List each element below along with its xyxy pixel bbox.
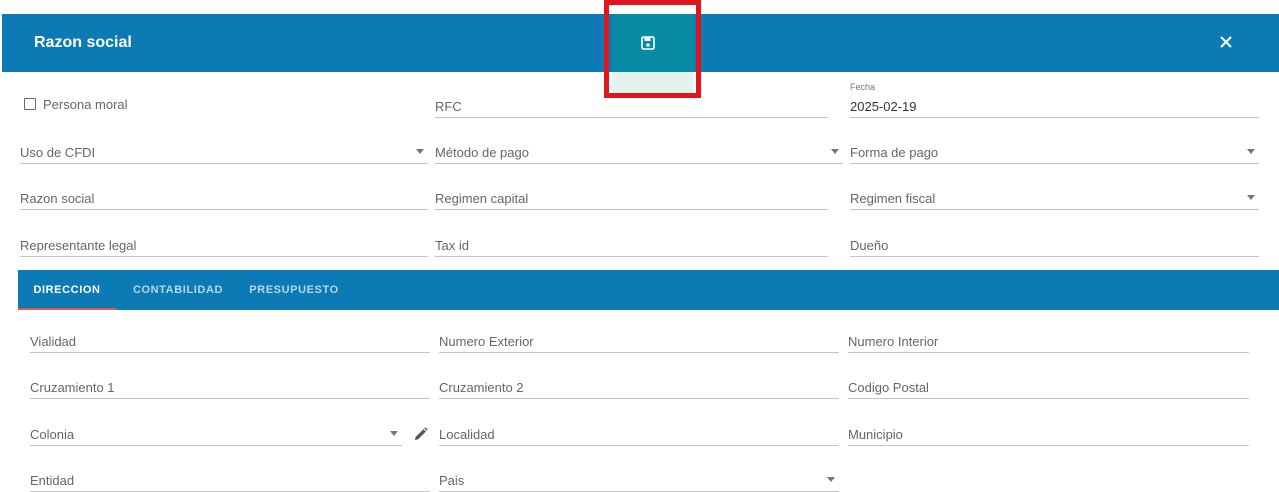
regimen-capital-field[interactable]: Regimen capital [435, 186, 828, 210]
tax-id-placeholder: Tax id [435, 238, 469, 253]
razon-social-field[interactable]: Razon social [20, 186, 428, 210]
chevron-down-icon [416, 149, 424, 154]
highlight-box [604, 0, 701, 98]
forma-pago-placeholder: Forma de pago [850, 145, 939, 160]
tab-presupuesto[interactable]: PRESUPUESTO [242, 270, 346, 310]
regimen-fiscal-placeholder: Regimen fiscal [850, 191, 936, 206]
cruzamiento2-placeholder: Cruzamiento 2 [439, 380, 524, 395]
municipio-field[interactable]: Municipio [848, 422, 1249, 446]
rfc-field[interactable]: RFC [435, 94, 828, 118]
persona-moral-label: Persona moral [43, 97, 128, 112]
tax-id-field[interactable]: Tax id [435, 233, 828, 257]
chevron-down-icon [1247, 195, 1255, 200]
dueno-field[interactable]: Dueño [850, 233, 1259, 257]
chevron-down-icon [827, 477, 835, 482]
colonia-placeholder: Colonia [30, 427, 75, 442]
uso-cfdi-placeholder: Uso de CFDI [20, 145, 96, 160]
regimen-fiscal-select[interactable]: Regimen fiscal [850, 186, 1259, 210]
cruzamiento1-placeholder: Cruzamiento 1 [30, 380, 115, 395]
pais-select[interactable]: Pais [439, 468, 839, 492]
close-button[interactable] [1216, 32, 1236, 52]
colonia-select[interactable]: Colonia [30, 422, 402, 446]
tab-direccion[interactable]: DIRECCION [18, 270, 116, 310]
entidad-field[interactable]: Entidad [30, 468, 430, 492]
fecha-value: 2025-02-19 [850, 99, 917, 114]
codigo-postal-placeholder: Codigo Postal [848, 380, 929, 395]
municipio-placeholder: Municipio [848, 427, 903, 442]
rfc-placeholder: RFC [435, 99, 462, 114]
dueno-placeholder: Dueño [850, 238, 889, 253]
localidad-placeholder: Localidad [439, 427, 495, 442]
regimen-capital-placeholder: Regimen capital [435, 191, 529, 206]
pencil-icon[interactable] [413, 426, 429, 447]
close-icon [1220, 36, 1232, 48]
tab-contabilidad[interactable]: CONTABILIDAD [122, 270, 234, 310]
numero-interior-field[interactable]: Numero Interior [848, 329, 1249, 353]
chevron-down-icon [390, 431, 398, 436]
representante-legal-placeholder: Representante legal [20, 238, 137, 253]
metodo-pago-placeholder: Método de pago [435, 145, 529, 160]
forma-pago-select[interactable]: Forma de pago [850, 140, 1259, 164]
active-tab-indicator [18, 308, 116, 310]
numero-exterior-placeholder: Numero Exterior [439, 334, 534, 349]
vialidad-field[interactable]: Vialidad [30, 329, 430, 353]
representante-legal-field[interactable]: Representante legal [20, 233, 428, 257]
fecha-field[interactable]: 2025-02-19 [850, 94, 1259, 118]
fecha-label: Fecha [850, 82, 876, 92]
metodo-pago-select[interactable]: Método de pago [435, 140, 843, 164]
tab-bar: DIRECCION CONTABILIDAD PRESUPUESTO [18, 270, 1279, 310]
numero-exterior-field[interactable]: Numero Exterior [439, 329, 839, 353]
entidad-placeholder: Entidad [30, 473, 75, 488]
numero-interior-placeholder: Numero Interior [848, 334, 939, 349]
uso-cfdi-select[interactable]: Uso de CFDI [20, 140, 428, 164]
pais-placeholder: Pais [439, 473, 465, 488]
vialidad-placeholder: Vialidad [30, 334, 77, 349]
codigo-postal-field[interactable]: Codigo Postal [848, 375, 1249, 399]
razon-social-placeholder: Razon social [20, 191, 95, 206]
localidad-field[interactable]: Localidad [439, 422, 839, 446]
dialog-title: Razon social [34, 34, 132, 51]
cruzamiento1-field[interactable]: Cruzamiento 1 [30, 375, 430, 399]
chevron-down-icon [1247, 149, 1255, 154]
chevron-down-icon [831, 149, 839, 154]
persona-moral-checkbox[interactable] [24, 98, 36, 110]
cruzamiento2-field[interactable]: Cruzamiento 2 [439, 375, 839, 399]
